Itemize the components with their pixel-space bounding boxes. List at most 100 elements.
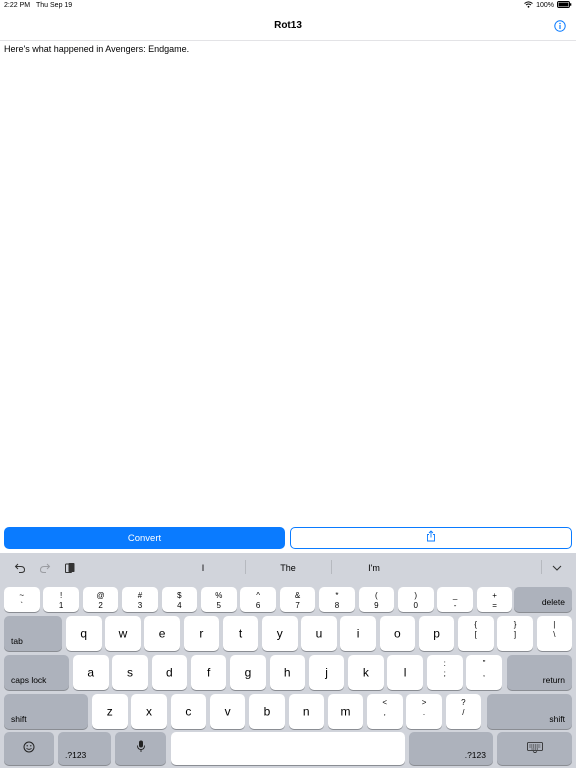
keyboard-icon — [526, 740, 543, 758]
key-8[interactable]: * 8 — [319, 587, 355, 612]
key-q[interactable]: q — [66, 616, 102, 651]
key-k[interactable]: k — [348, 655, 384, 690]
key-u[interactable]: u — [301, 616, 337, 651]
convert-button[interactable]: Convert — [4, 527, 285, 549]
info-icon[interactable] — [554, 19, 566, 32]
space-key[interactable] — [171, 732, 405, 765]
key-7[interactable]: & 7 — [279, 587, 316, 612]
suggestion-2[interactable]: The — [248, 563, 328, 573]
suggestion-3[interactable]: I'm — [334, 563, 414, 573]
share-button[interactable] — [290, 527, 572, 549]
tab-key[interactable]: tab — [4, 616, 62, 651]
key-v[interactable]: v — [209, 694, 246, 729]
return-key[interactable]: return — [507, 655, 572, 690]
key-f-label: f — [206, 664, 211, 679]
key-h[interactable]: h — [269, 655, 305, 690]
key-e[interactable]: e — [144, 616, 180, 651]
key-0[interactable]: ~ ` — [4, 587, 40, 612]
key-o[interactable]: o — [379, 616, 416, 651]
key-p[interactable]: p — [418, 616, 455, 651]
emoji-key[interactable] — [4, 732, 54, 765]
key-l-label: l — [403, 664, 407, 679]
key-sym-1-bottom: ] — [513, 630, 517, 639]
redo-icon[interactable] — [39, 561, 51, 573]
numbers-key-right-label: .?123 — [464, 750, 486, 760]
key-0-bottom: ` — [20, 601, 24, 610]
key-3[interactable]: #3 — [122, 587, 158, 612]
key-12-top: + — [492, 591, 497, 600]
suggestion-divider — [331, 560, 332, 574]
caps-lock-key[interactable]: caps lock — [4, 655, 69, 690]
paste-icon[interactable] — [64, 561, 76, 573]
key-12[interactable]: + = — [476, 587, 513, 612]
key-d[interactable]: d — [151, 655, 188, 690]
key-5[interactable]: % 5 — [201, 587, 237, 612]
key-sym4-2[interactable]: ? / — [445, 694, 482, 729]
key-v-label: v — [224, 703, 231, 718]
key-sym-2[interactable]: | \ — [536, 616, 573, 651]
key-sym3-1-bottom: , — [482, 669, 486, 678]
key-sym4-1[interactable]: >. — [406, 694, 442, 729]
key-l[interactable]: l — [387, 655, 423, 690]
key-2[interactable]: @2 — [82, 587, 119, 612]
key-11[interactable]: _ - — [437, 587, 473, 612]
key-6[interactable]: ^ 6 — [240, 587, 276, 612]
key-sym-0[interactable]: {[ — [458, 616, 494, 651]
key-9[interactable]: (9 — [358, 587, 395, 612]
key-w[interactable]: w — [105, 616, 141, 651]
key-4[interactable]: $4 — [161, 587, 198, 612]
key-i[interactable]: i — [340, 616, 376, 651]
key-t[interactable]: t — [222, 616, 259, 651]
page-title: Rot13 — [274, 20, 302, 31]
delete-key[interactable]: delete — [514, 587, 572, 612]
key-sym3-1[interactable]: ", — [466, 655, 502, 690]
key-f[interactable]: f — [190, 655, 227, 690]
shift-left-key[interactable]: shift — [4, 694, 88, 729]
key-sym-0-top: { — [474, 620, 478, 629]
key-a[interactable]: a — [73, 655, 109, 690]
key-y-label: y — [276, 625, 283, 640]
key-r[interactable]: r — [183, 616, 220, 651]
suggestion-bar: I The I'm — [0, 553, 576, 581]
key-m[interactable]: m — [327, 694, 364, 729]
suggestion-1[interactable]: I — [163, 563, 243, 573]
key-sym-1[interactable]: }] — [497, 616, 533, 651]
status-bar: 2:22 PM Thu Sep 19 100% — [0, 0, 576, 12]
key-s[interactable]: s — [112, 655, 148, 690]
key-y[interactable]: y — [262, 616, 298, 651]
key-z[interactable]: z — [92, 694, 128, 729]
key-i-label: i — [356, 625, 360, 640]
key-n[interactable]: n — [288, 694, 324, 729]
undo-icon[interactable] — [14, 561, 26, 573]
dictation-key[interactable] — [115, 732, 166, 765]
dismiss-keyboard-icon[interactable] — [551, 561, 563, 573]
keyboard-hide-key[interactable] — [497, 732, 572, 765]
key-11-top: _ — [452, 591, 458, 600]
key-9-bottom: 9 — [374, 601, 379, 610]
numbers-key-left-label: .?123 — [65, 750, 87, 760]
key-10[interactable]: ) 0 — [398, 587, 434, 612]
key-7-top: & — [294, 591, 301, 600]
key-c[interactable]: c — [170, 694, 207, 729]
text-editor[interactable]: Here's what happened in Avengers: Endgam… — [4, 43, 570, 513]
return-key-label: return — [542, 675, 565, 685]
suggestion-divider — [541, 560, 542, 574]
key-1-bottom: 1 — [58, 601, 64, 610]
key-12-bottom: = — [492, 601, 497, 610]
key-x[interactable]: x — [131, 694, 167, 729]
key-6-top: ^ — [256, 591, 261, 600]
key-j[interactable]: j — [308, 655, 345, 690]
shift-right-key[interactable]: shift — [487, 694, 572, 729]
key-b[interactable]: b — [249, 694, 285, 729]
convert-button-label: Convert — [127, 532, 162, 544]
key-p-label: p — [433, 625, 440, 640]
key-8-top: * — [335, 591, 339, 600]
key-sym4-0[interactable]: <, — [367, 694, 403, 729]
key-a-label: a — [87, 664, 95, 679]
numbers-key-left[interactable]: .?123 — [58, 732, 111, 765]
key-g[interactable]: g — [230, 655, 266, 690]
key-4-bottom: 4 — [177, 601, 182, 610]
numbers-key-right[interactable]: .?123 — [409, 732, 493, 765]
key-sym3-0[interactable]: :; — [427, 655, 463, 690]
key-1[interactable]: ! 1 — [43, 587, 79, 612]
